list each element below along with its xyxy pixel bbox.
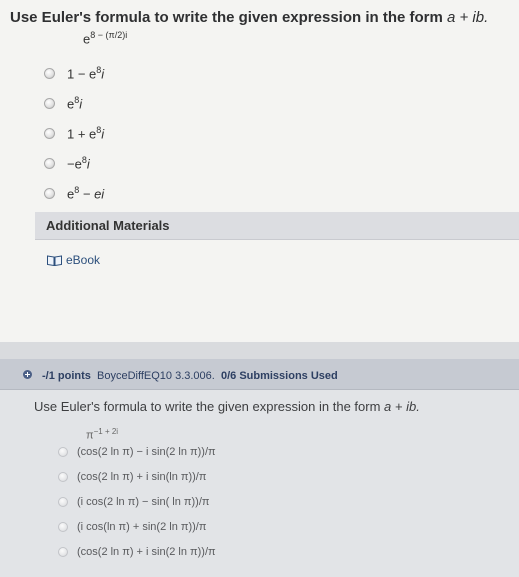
- question-2-prompt: Use Euler's formula to write the given e…: [34, 399, 420, 414]
- choice-label: (cos(2 ln π) + i sin(ln π))/π: [77, 471, 207, 483]
- choice-label: (cos(2 ln π) + i sin(2 ln π))/π: [77, 546, 216, 558]
- question-2-expression: π−1 + 2i: [86, 427, 119, 442]
- radio-button[interactable]: [44, 97, 55, 109]
- additional-materials-label: Additional Materials: [46, 218, 170, 233]
- source-label: BoyceDiffEQ10 3.3.006.: [97, 370, 215, 382]
- submissions-label: 0/6 Submissions Used: [220, 370, 338, 382]
- expand-icon[interactable]: [23, 370, 32, 379]
- book-icon: [47, 254, 62, 266]
- ebook-link[interactable]: eBook: [47, 253, 100, 267]
- choice-3[interactable]: 1 + e8i: [44, 123, 104, 143]
- choice-2[interactable]: (cos(2 ln π) + i sin(ln π))/π: [58, 468, 206, 486]
- choice-4[interactable]: (i cos(ln π) + sin(2 ln π))/π: [58, 518, 206, 536]
- choice-label: 1 + e8i: [67, 124, 105, 142]
- radio-button[interactable]: [58, 472, 68, 482]
- radio-button[interactable]: [58, 522, 68, 532]
- question-1: Use Euler's formula to write the given e…: [0, 0, 519, 342]
- choice-label: 1 − e8i: [67, 64, 105, 82]
- choice-5[interactable]: e8 − ei: [44, 183, 104, 203]
- points-label: -/1 points: [42, 370, 91, 382]
- choice-2[interactable]: e8i: [44, 93, 82, 113]
- radio-button[interactable]: [58, 497, 68, 507]
- radio-button[interactable]: [44, 127, 55, 139]
- question-2-header: -/1 points BoyceDiffEQ10 3.3.006. 0/6 Su…: [0, 359, 519, 390]
- choice-3[interactable]: (i cos(2 ln π) − sin( ln π))/π: [58, 493, 209, 511]
- choice-4[interactable]: −e8i: [44, 153, 90, 173]
- radio-button[interactable]: [44, 67, 55, 79]
- question-2: Use Euler's formula to write the given e…: [0, 390, 519, 577]
- question-1-expression: e8 − (π/2)i: [83, 30, 128, 47]
- choice-1[interactable]: 1 − e8i: [44, 63, 104, 83]
- choice-label: (cos(2 ln π) − i sin(2 ln π))/π: [77, 446, 216, 458]
- ebook-label[interactable]: eBook: [66, 253, 100, 267]
- radio-button[interactable]: [58, 547, 68, 557]
- additional-materials-bar: Additional Materials: [35, 212, 519, 240]
- choice-label: (i cos(ln π) + sin(2 ln π))/π: [77, 521, 207, 533]
- choice-label: e8 − ei: [67, 184, 105, 202]
- radio-button[interactable]: [44, 157, 55, 169]
- question-2-meta: -/1 points BoyceDiffEQ10 3.3.006. 0/6 Su…: [42, 370, 338, 382]
- choice-label: −e8i: [67, 154, 90, 172]
- radio-button[interactable]: [58, 447, 68, 457]
- choice-5[interactable]: (cos(2 ln π) + i sin(2 ln π))/π: [58, 543, 216, 561]
- choice-label: (i cos(2 ln π) − sin( ln π))/π: [77, 496, 210, 508]
- choice-1[interactable]: (cos(2 ln π) − i sin(2 ln π))/π: [58, 443, 216, 461]
- choice-label: e8i: [67, 94, 83, 112]
- question-separator: [0, 342, 519, 359]
- radio-button[interactable]: [44, 187, 55, 199]
- question-1-prompt: Use Euler's formula to write the given e…: [10, 9, 489, 26]
